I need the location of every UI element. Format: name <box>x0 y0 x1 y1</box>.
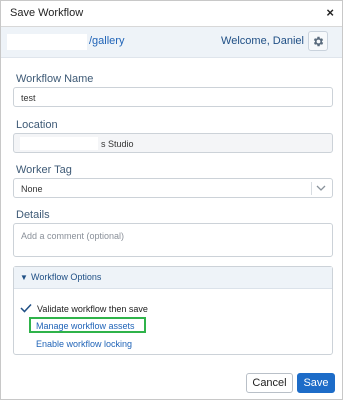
workflow-options-panel: ▼ Workflow Options Validate workflow the… <box>13 266 333 355</box>
save-workflow-dialog: Save Workflow × /gallery Welcome, Daniel… <box>0 0 343 400</box>
close-icon[interactable]: × <box>326 5 334 21</box>
workflow-name-input[interactable]: test <box>13 87 333 107</box>
checkmark-icon[interactable] <box>20 303 32 313</box>
gallery-url[interactable]: /gallery <box>89 35 124 47</box>
worker-tag-label: Worker Tag <box>16 164 72 176</box>
settings-button[interactable] <box>308 31 328 51</box>
save-button[interactable]: Save <box>297 373 335 393</box>
workflow-options-header[interactable]: ▼ Workflow Options <box>14 267 332 289</box>
gear-icon <box>313 36 323 46</box>
workflow-options-title[interactable]: Workflow Options <box>31 272 101 282</box>
select-divider <box>311 182 312 195</box>
details-label: Details <box>16 209 50 221</box>
cancel-button[interactable]: Cancel <box>246 373 293 393</box>
enable-locking-link[interactable]: Enable workflow locking <box>36 339 132 349</box>
location-label: Location <box>16 119 58 131</box>
validate-checkbox-label[interactable]: Validate workflow then save <box>37 304 148 314</box>
workflow-name-label: Workflow Name <box>16 73 94 85</box>
redacted-location <box>20 137 98 150</box>
welcome-text: Welcome, Daniel <box>221 35 304 47</box>
gallery-header: /gallery Welcome, Daniel <box>1 27 342 58</box>
manage-assets-link[interactable]: Manage workflow assets <box>36 321 135 331</box>
details-textarea[interactable]: Add a comment (optional) <box>13 223 333 257</box>
collapse-arrow-icon[interactable]: ▼ <box>20 273 28 282</box>
location-value: s Studio <box>101 139 134 149</box>
chevron-down-icon[interactable] <box>315 182 327 194</box>
worker-tag-select[interactable]: None <box>13 178 333 198</box>
redacted-server-name <box>7 34 87 50</box>
title-bar: Save Workflow × <box>1 1 342 27</box>
dialog-title: Save Workflow <box>10 7 84 19</box>
worker-tag-value: None <box>21 184 43 194</box>
location-field: s Studio <box>13 133 333 153</box>
